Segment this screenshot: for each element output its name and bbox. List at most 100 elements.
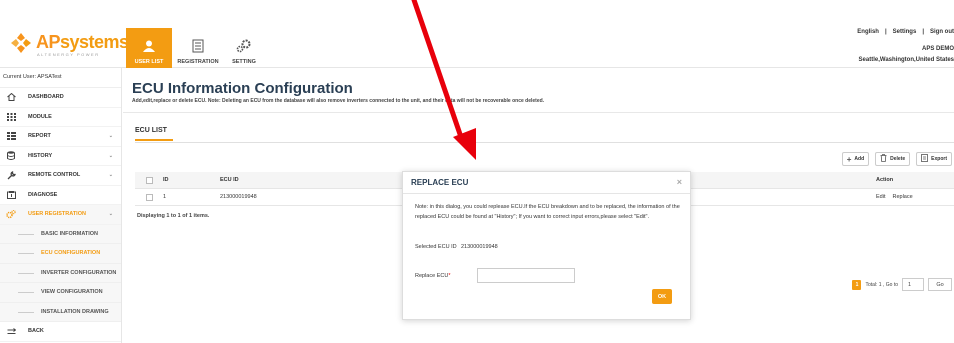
sidebar-item-module[interactable]: MODULE xyxy=(0,108,121,127)
gear-icon xyxy=(236,38,252,54)
items-count: Displaying 1 to 1 of 1 items. xyxy=(137,213,210,219)
dashboard-icon xyxy=(6,93,16,102)
sidebar-item-label: REMOTE CONTROL xyxy=(28,172,81,179)
sidebar-item-report[interactable]: REPORT ⌄ xyxy=(0,127,121,147)
go-button[interactable]: Go xyxy=(928,278,952,291)
column-header-id[interactable]: ID xyxy=(163,177,220,183)
diagnose-icon xyxy=(6,190,16,199)
topnav-label: REGISTRATION xyxy=(177,59,219,65)
sidebar-item-label: DIAGNOSE xyxy=(28,191,58,198)
logo-mark-icon xyxy=(11,33,31,53)
page-title: ECU Information Configuration xyxy=(132,80,353,97)
section-underline xyxy=(135,139,173,141)
sidebar-subitem-view-configuration[interactable]: VIEW CONFIGURATION xyxy=(0,283,121,303)
sidebar-item-user-registration[interactable]: USER REGISTRATION ⌄ xyxy=(0,205,121,225)
dialog-note: Note: in this dialog, you could replease… xyxy=(415,204,680,220)
trash-icon xyxy=(880,154,887,164)
apsystems-logo[interactable]: APsystems ALTENERGY POWER xyxy=(10,30,129,60)
user-location: Seattle,Washington,United States xyxy=(858,57,954,63)
required-mark: * xyxy=(448,272,451,279)
pagination: 1 Total: 1 , Go to 1 Go xyxy=(852,278,952,291)
delete-label: Delete xyxy=(890,156,906,162)
sidebar-item-label: MODULE xyxy=(28,113,52,120)
sidebar-item-label: REPORT xyxy=(28,133,51,140)
plus-icon: + xyxy=(846,154,852,164)
divider xyxy=(123,112,954,113)
sidebar-item-label: USER REGISTRATION xyxy=(28,211,86,218)
replace-ecu-row: Replace ECU* xyxy=(415,268,575,283)
dialog-header: REPLACE ECU × xyxy=(403,172,690,194)
sidebar-subitem-installation-drawing[interactable]: INSTALLATION DRAWING xyxy=(0,302,121,322)
sidebar-item-remote-control[interactable]: REMOTE CONTROL ⌄ xyxy=(0,166,121,186)
topnav-setting[interactable]: SETTING xyxy=(224,28,264,68)
sidebar-subitem-ecu-configuration[interactable]: ECU CONFIGURATION xyxy=(0,244,121,264)
chevron-down-icon: ⌄ xyxy=(108,211,113,218)
header: APsystems ALTENERGY POWER USER LIST REGI… xyxy=(0,0,954,68)
cell-id: 1 xyxy=(163,194,167,200)
separator: | xyxy=(884,29,887,35)
user-info: APS DEMO Seattle,Washington,United State… xyxy=(814,44,954,66)
export-icon xyxy=(921,154,929,164)
section-title: ECU LIST xyxy=(135,127,167,134)
row-checkbox[interactable] xyxy=(145,193,153,201)
close-icon[interactable]: × xyxy=(677,177,682,187)
signout-link[interactable]: Sign out xyxy=(930,29,954,35)
top-nav: USER LIST REGISTRATION SETTING xyxy=(126,28,264,68)
selected-ecu-value: 213000019948 xyxy=(461,244,498,250)
add-button[interactable]: + Add xyxy=(841,152,870,166)
gears-icon xyxy=(6,209,16,219)
logo-text: APsystems xyxy=(36,32,129,52)
module-grid-icon xyxy=(6,112,16,121)
wrench-icon xyxy=(6,170,16,180)
goto-page-input[interactable]: 1 xyxy=(902,278,924,291)
delete-button[interactable]: Delete xyxy=(875,152,911,166)
replace-ecu-dialog: REPLACE ECU × Note: in this dialog, you … xyxy=(402,171,691,320)
topnav-label: SETTING xyxy=(232,59,256,65)
topnav-user-list[interactable]: USER LIST xyxy=(126,28,172,68)
registration-icon xyxy=(190,38,206,54)
edit-link[interactable]: Edit xyxy=(876,194,885,200)
sidebar-item-history[interactable]: HISTORY ⌄ xyxy=(0,147,121,166)
selected-ecu-label: Selected ECU ID xyxy=(415,244,457,250)
ok-button[interactable]: OK xyxy=(652,289,672,304)
export-button[interactable]: Export xyxy=(916,152,952,166)
sidebar-subitem-inverter-configuration[interactable]: INVERTER CONFIGURATION xyxy=(0,263,121,283)
logo-tagline: ALTENERGY POWER xyxy=(37,52,100,57)
language-link[interactable]: English xyxy=(857,29,879,35)
replace-link[interactable]: Replace xyxy=(892,194,912,200)
sidebar-subitem-basic-information[interactable]: BASIC INFORMATION xyxy=(0,224,121,244)
replace-ecu-input[interactable] xyxy=(477,268,575,283)
selected-ecu-row: Selected ECU ID 213000019948 xyxy=(415,244,498,250)
history-icon xyxy=(6,151,16,161)
top-links: English | Settings | Sign out xyxy=(857,29,954,35)
sidebar-item-back[interactable]: BACK xyxy=(0,322,121,342)
chevron-down-icon: ⌄ xyxy=(108,172,113,179)
column-header-action: Action xyxy=(876,177,894,183)
select-all-checkbox[interactable] xyxy=(145,176,153,184)
export-label: Export xyxy=(931,156,947,162)
page-description: Add,edit,replace or delete ECU. Note: De… xyxy=(132,98,545,104)
sidebar-item-label: BACK xyxy=(28,328,44,335)
replace-ecu-label: Replace ECU* xyxy=(415,272,451,279)
sidebar-item-dashboard[interactable]: DASHBOARD xyxy=(0,88,121,108)
topnav-label: USER LIST xyxy=(134,59,164,65)
chevron-down-icon: ⌄ xyxy=(108,152,113,159)
topnav-registration[interactable]: REGISTRATION xyxy=(172,28,224,68)
divider xyxy=(135,142,954,143)
sidebar-item-diagnose[interactable]: DIAGNOSE xyxy=(0,186,121,205)
report-icon xyxy=(6,132,16,141)
user-name: APS DEMO xyxy=(921,46,954,52)
table-toolbar: + Add Delete Export xyxy=(841,152,952,166)
sidebar-item-label: HISTORY xyxy=(28,152,53,159)
dialog-title: REPLACE ECU xyxy=(411,178,469,187)
separator: | xyxy=(922,29,924,35)
user-list-icon xyxy=(141,38,157,54)
back-arrow-icon xyxy=(6,327,16,335)
chevron-down-icon: ⌄ xyxy=(108,133,113,140)
sidebar: Current User: APSATest DASHBOARD MODULE … xyxy=(0,68,122,343)
pager-total-label: Total: 1 , Go to xyxy=(865,281,898,288)
add-label: Add xyxy=(854,156,865,162)
current-user-label: Current User: APSATest xyxy=(0,68,121,88)
page-number-current[interactable]: 1 xyxy=(852,279,862,290)
settings-link[interactable]: Settings xyxy=(893,29,917,35)
